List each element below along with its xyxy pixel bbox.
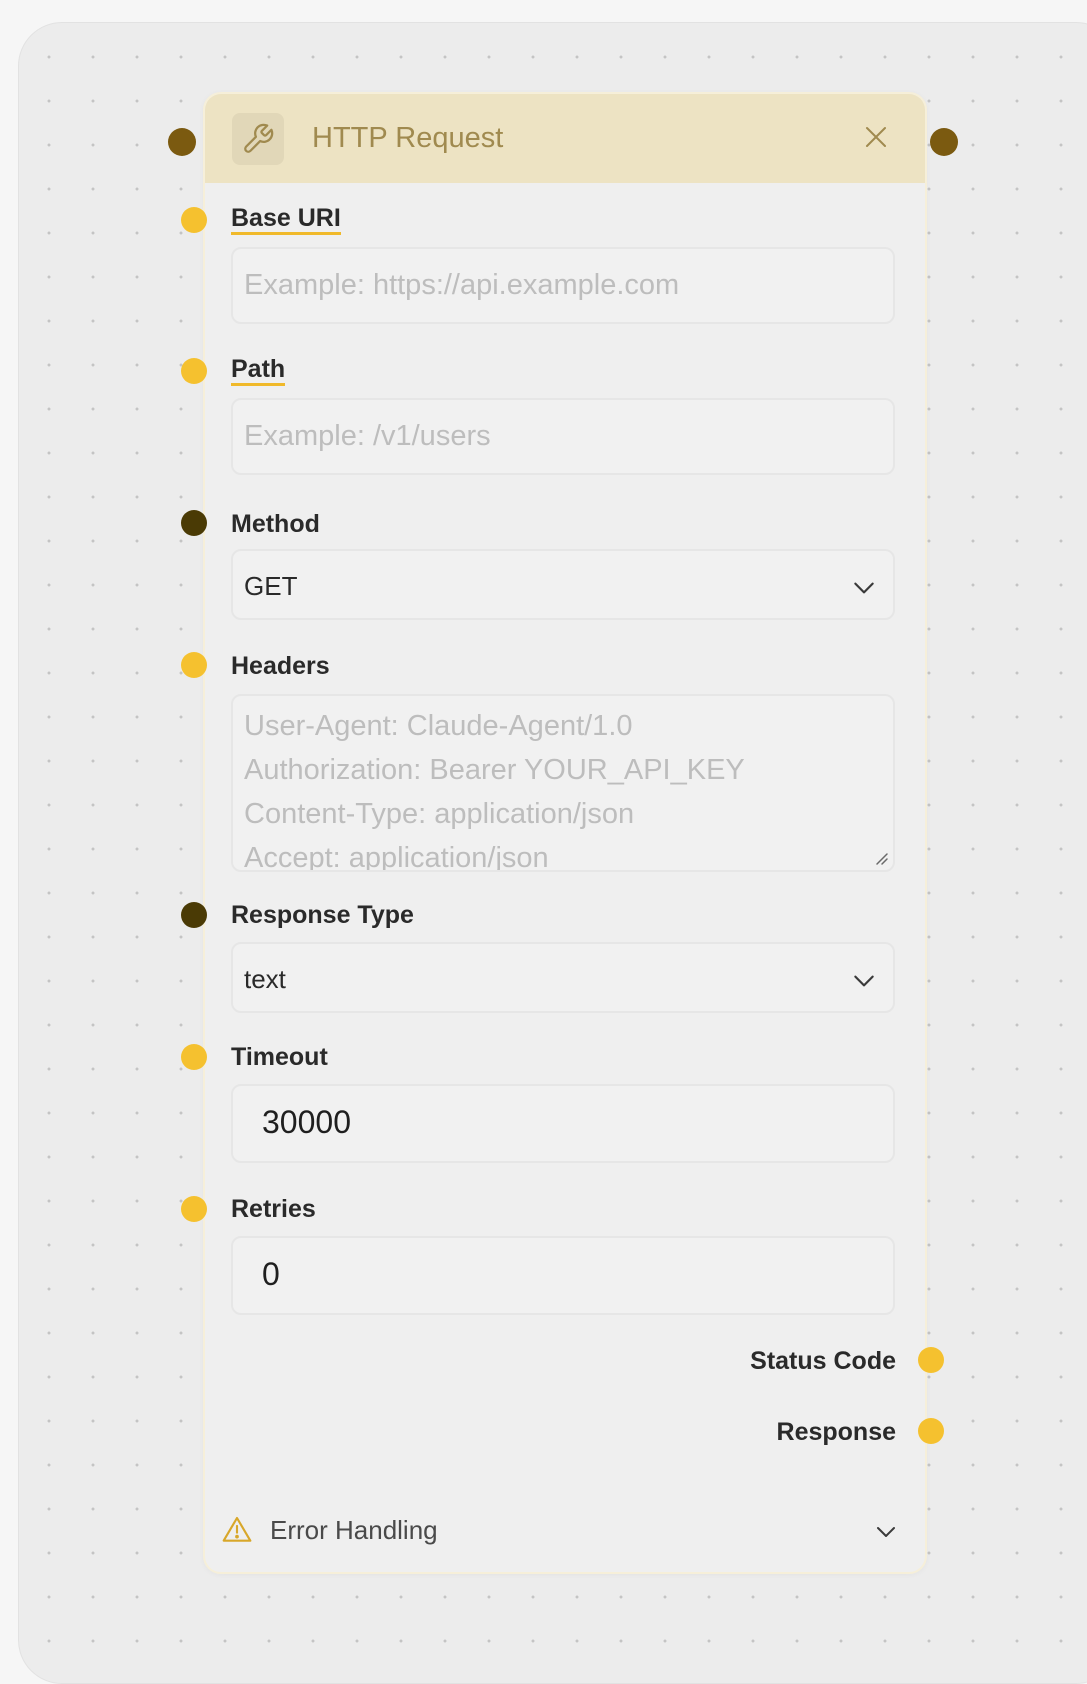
retries-value: 0: [262, 1256, 280, 1292]
warning-icon: [222, 1516, 252, 1542]
headers-placeholder-line: Content-Type: application/json: [244, 798, 635, 830]
headers-placeholder-line: User-Agent: Claude-Agent/1.0: [244, 710, 633, 742]
close-button[interactable]: [861, 122, 891, 152]
timeout-input[interactable]: 30000: [231, 1084, 895, 1163]
response-type-select[interactable]: text: [231, 942, 895, 1013]
headers-placeholder-line: Accept: application/json: [244, 842, 549, 872]
status-code-output-label: Status Code: [750, 1347, 896, 1375]
close-icon: [866, 127, 886, 147]
method-port[interactable]: [181, 510, 207, 536]
base-uri-input[interactable]: Example: https://api.example.com: [231, 247, 895, 324]
retries-label: Retries: [231, 1195, 316, 1223]
node-input-port[interactable]: [168, 128, 196, 156]
status-code-output-port[interactable]: [918, 1347, 944, 1373]
method-value: GET: [244, 571, 298, 601]
headers-port[interactable]: [181, 652, 207, 678]
headers-placeholder-line: Authorization: Bearer YOUR_API_KEY: [244, 754, 745, 786]
base-uri-port[interactable]: [181, 207, 207, 233]
chevron-down-icon: [854, 582, 874, 594]
response-output-port[interactable]: [918, 1418, 944, 1444]
retries-input[interactable]: 0: [231, 1236, 895, 1315]
headers-label: Headers: [231, 652, 330, 680]
response-type-value: text: [244, 964, 286, 994]
response-type-label: Response Type: [231, 901, 414, 929]
node-header[interactable]: HTTP Request: [205, 94, 925, 183]
error-handling-toggle[interactable]: Error Handling: [218, 1510, 908, 1554]
retries-port[interactable]: [181, 1196, 207, 1222]
response-type-port[interactable]: [181, 902, 207, 928]
error-handling-label: Error Handling: [270, 1515, 438, 1545]
response-output-label: Response: [776, 1418, 896, 1446]
timeout-label: Timeout: [231, 1043, 328, 1071]
method-select[interactable]: GET: [231, 549, 895, 620]
resize-handle-icon[interactable]: [873, 850, 889, 866]
chevron-down-icon: [854, 975, 874, 987]
headers-textarea[interactable]: User-Agent: Claude-Agent/1.0 Authorizati…: [231, 694, 895, 872]
node-output-port[interactable]: [930, 128, 958, 156]
timeout-value: 30000: [262, 1104, 351, 1140]
method-label: Method: [231, 510, 320, 538]
path-placeholder: Example: /v1/users: [244, 420, 491, 452]
chevron-down-icon: [877, 1527, 895, 1537]
node-title: HTTP Request: [312, 122, 504, 154]
base-uri-label: Base URI: [231, 204, 341, 235]
path-input[interactable]: Example: /v1/users: [231, 398, 895, 475]
base-uri-placeholder: Example: https://api.example.com: [244, 269, 680, 301]
path-port[interactable]: [181, 358, 207, 384]
path-label: Path: [231, 355, 286, 386]
wrench-icon: [232, 113, 284, 165]
timeout-port[interactable]: [181, 1044, 207, 1070]
